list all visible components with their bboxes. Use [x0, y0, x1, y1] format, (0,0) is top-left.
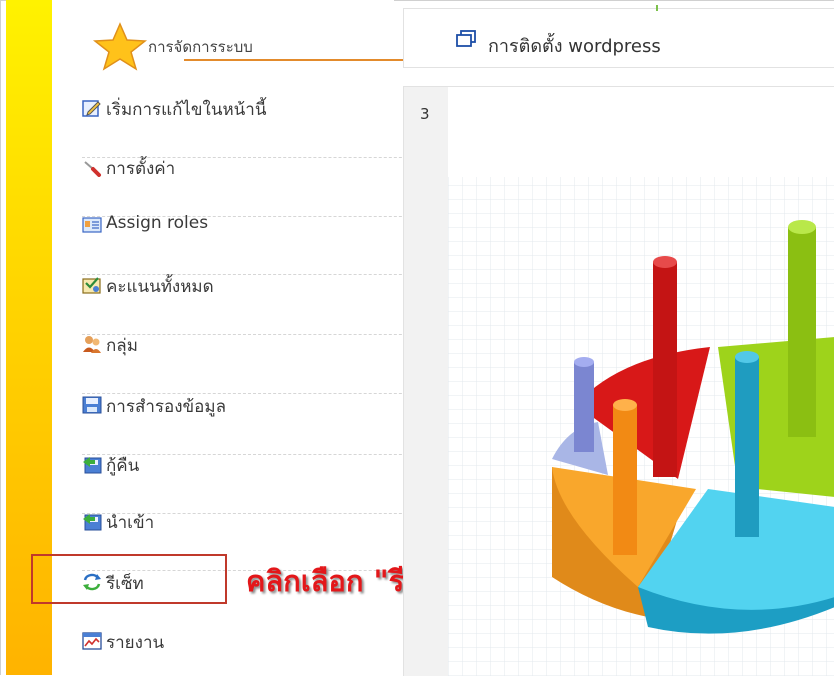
reset-highlight-box: [31, 554, 227, 604]
bar-cyan: [735, 351, 759, 537]
menu-item-label: นำเข้า: [106, 513, 155, 533]
grades-icon: [82, 277, 101, 294]
import-icon: [83, 514, 102, 531]
star-icon: [92, 22, 148, 71]
bar-blue-small: [574, 357, 594, 452]
bar-orange: [613, 399, 637, 555]
course-title: การติดตั้ง wordpress: [488, 36, 661, 57]
menu-item-label: Assign roles: [106, 213, 209, 233]
menu-item-assign-roles[interactable]: Assign roles: [82, 213, 422, 275]
menu-item-settings[interactable]: การตั้งค่า: [82, 157, 422, 217]
menu-item-edit-page[interactable]: เริ่มการแก้ไขในหน้านี้: [82, 98, 422, 158]
menu-item-label: กู้คืน: [106, 456, 140, 476]
pie-chart-illustration: [448, 177, 834, 676]
line-number: 3: [420, 105, 430, 123]
content-area: 3: [403, 86, 834, 676]
groups-icon: [83, 336, 101, 353]
menu-item-reports[interactable]: รายงาน: [82, 631, 422, 691]
restore-icon: [83, 457, 102, 474]
menu-item-label: กลุ่ม: [106, 336, 138, 356]
backup-icon: [82, 396, 102, 414]
menu-item-label: เริ่มการแก้ไขในหน้านี้: [106, 100, 267, 120]
frame-left-border: [0, 0, 1, 675]
window-icon: [456, 30, 476, 47]
menu-item-groups[interactable]: กลุ่ม: [82, 334, 422, 394]
block-title: การจัดการระบบ: [148, 38, 253, 56]
edit-page-icon: [82, 100, 101, 117]
menu-item-label: การสำรองข้อมูล: [106, 397, 226, 417]
block-title-underline: [184, 59, 422, 61]
bar-green: [788, 220, 816, 437]
menu-item-backup[interactable]: การสำรองข้อมูล: [82, 395, 422, 455]
menu-item-label: การตั้งค่า: [106, 159, 176, 179]
bar-red: [653, 256, 677, 477]
screwdriver-icon: [84, 161, 101, 177]
line-number-gutter: 3: [404, 87, 448, 676]
menu-item-label: รายงาน: [106, 633, 165, 653]
tab-marker: [656, 5, 658, 11]
menu-item-label: คะแนนทั้งหมด: [106, 277, 214, 297]
menu-item-restore[interactable]: กู้คืน: [82, 454, 422, 514]
assign-roles-icon: [82, 217, 102, 233]
menu-item-grades[interactable]: คะแนนทั้งหมด: [82, 275, 422, 335]
course-title-tab[interactable]: การติดตั้ง wordpress: [403, 5, 834, 68]
reports-icon: [82, 632, 102, 650]
